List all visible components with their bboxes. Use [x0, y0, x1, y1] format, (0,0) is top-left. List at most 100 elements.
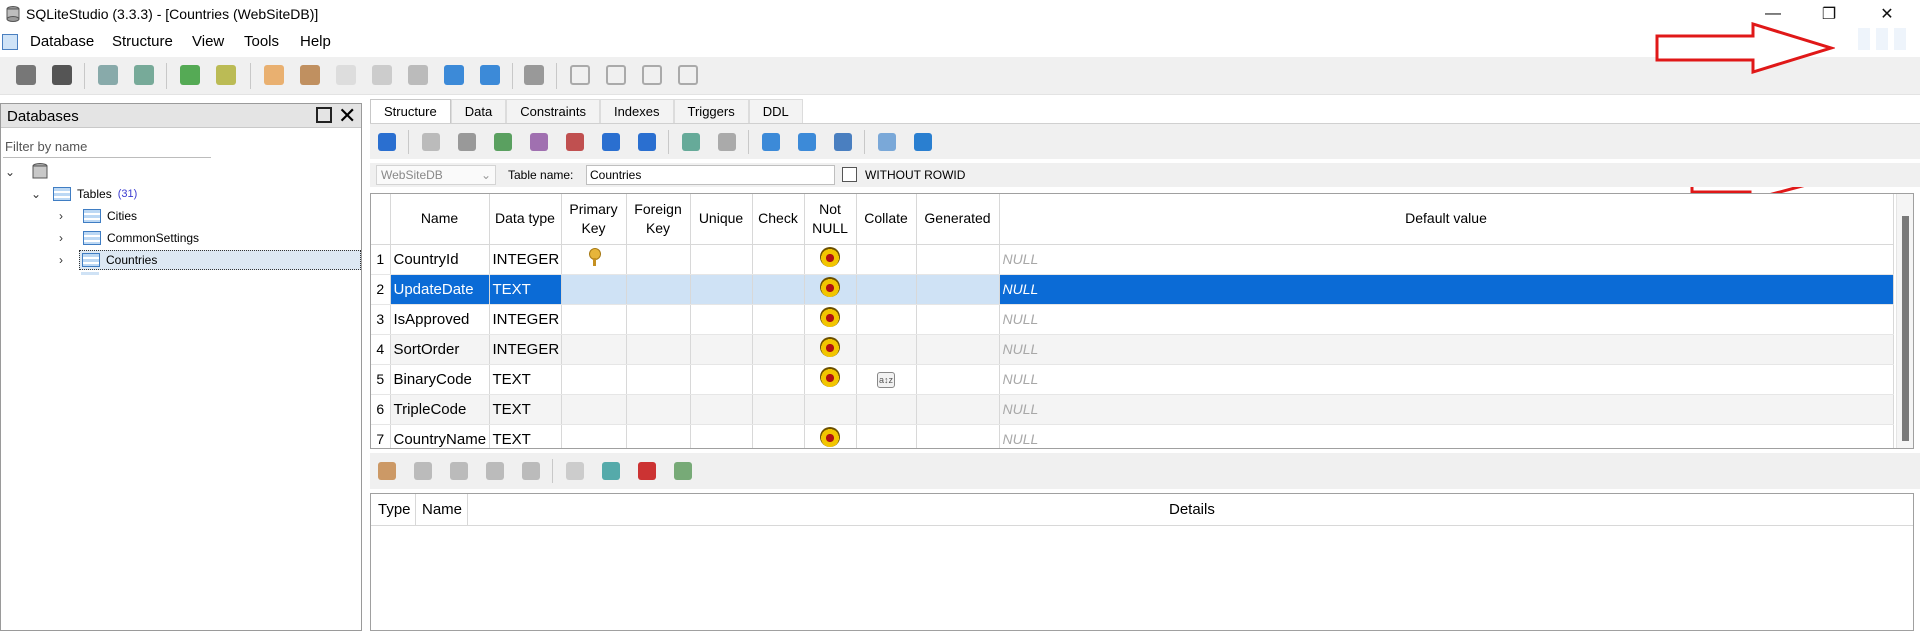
export-icon[interactable]: [480, 65, 500, 85]
column-header[interactable]: Check: [752, 194, 805, 245]
unique-cell[interactable]: [690, 304, 753, 335]
tab-data[interactable]: Data: [450, 99, 507, 123]
column-header[interactable]: Primary Key: [561, 194, 627, 245]
foreign-key-cell[interactable]: [626, 304, 691, 335]
tree-row-table[interactable]: › CommonSettings: [59, 228, 199, 248]
move-up-icon[interactable]: [602, 133, 620, 151]
column-header[interactable]: Generated: [916, 194, 1000, 245]
check-cell[interactable]: [752, 274, 805, 305]
import-icon[interactable]: [762, 133, 780, 151]
tab-constraints[interactable]: Constraints: [506, 99, 600, 123]
generated-cell[interactable]: [916, 334, 1000, 365]
reset-icon[interactable]: [914, 133, 932, 151]
generated-cell[interactable]: [916, 424, 1000, 448]
primary-key-cell[interactable]: [561, 274, 627, 305]
column-header[interactable]: Name: [390, 194, 490, 245]
column-header[interactable]: Details: [1169, 501, 1215, 518]
unique-cell[interactable]: [690, 244, 753, 275]
collapse-icon[interactable]: ⌄: [5, 165, 19, 179]
functions-icon[interactable]: [336, 65, 356, 85]
column-name-cell[interactable]: CountryId: [390, 244, 490, 275]
menu-database[interactable]: Database: [30, 33, 94, 50]
tab-structure[interactable]: Structure: [370, 99, 451, 123]
vertical-scrollbar[interactable]: [1896, 194, 1913, 448]
data-type-cell[interactable]: INTEGER: [489, 304, 562, 335]
default-value-cell[interactable]: NULL: [999, 244, 1894, 275]
table-row[interactable]: 4 SortOrder INTEGER NULL: [371, 334, 1894, 365]
primary-key-cell[interactable]: [561, 244, 627, 275]
unique-cell[interactable]: [690, 364, 753, 395]
undock-icon[interactable]: [316, 107, 332, 123]
edit-constraint-icon[interactable]: [718, 133, 736, 151]
add-check-icon[interactable]: [674, 462, 692, 480]
tree-row-table-selected[interactable]: › Countries: [59, 250, 361, 270]
data-type-cell[interactable]: INTEGER: [489, 244, 562, 275]
add-database-icon[interactable]: [98, 65, 118, 85]
column-name-cell[interactable]: SortOrder: [390, 334, 490, 365]
column-name-cell[interactable]: CountryName: [390, 424, 490, 448]
foreign-key-cell[interactable]: [626, 394, 691, 425]
check-cell[interactable]: [752, 334, 805, 365]
edit-column-icon[interactable]: [530, 133, 548, 151]
not-null-cell[interactable]: [804, 364, 857, 395]
tab-indexes[interactable]: Indexes: [599, 99, 674, 123]
column-name-cell[interactable]: UpdateDate: [390, 274, 490, 305]
create-similar-icon[interactable]: [878, 133, 896, 151]
check-cell[interactable]: [752, 244, 805, 275]
check-cell[interactable]: [752, 424, 805, 448]
collate-cell[interactable]: [856, 274, 917, 305]
add-table-constraint-icon[interactable]: [378, 462, 396, 480]
add-constraint-icon[interactable]: [682, 133, 700, 151]
tile-horizontal-icon[interactable]: [606, 65, 626, 85]
data-type-cell[interactable]: TEXT: [489, 394, 562, 425]
column-name-cell[interactable]: BinaryCode: [390, 364, 490, 395]
generated-cell[interactable]: [916, 394, 1000, 425]
menu-structure[interactable]: Structure: [112, 33, 173, 50]
window-menu-icon[interactable]: [2, 34, 18, 50]
sql-editor-icon[interactable]: [264, 65, 284, 85]
primary-key-cell[interactable]: [561, 364, 627, 395]
column-header[interactable]: Collate: [856, 194, 917, 245]
primary-key-cell[interactable]: [561, 424, 627, 448]
generated-cell[interactable]: [916, 304, 1000, 335]
edit-table-icon[interactable]: [216, 65, 236, 85]
table-row[interactable]: 3 IsApproved INTEGER NULL: [371, 304, 1894, 335]
menu-tools[interactable]: Tools: [244, 33, 279, 50]
default-value-cell[interactable]: NULL: [999, 364, 1894, 395]
unique-cell[interactable]: [690, 394, 753, 425]
primary-key-cell[interactable]: [561, 304, 627, 335]
move-down-icon[interactable]: [638, 133, 656, 151]
commit-icon[interactable]: [422, 133, 440, 151]
refresh-icon[interactable]: [378, 133, 396, 151]
export-icon[interactable]: [798, 133, 816, 151]
foreign-key-cell[interactable]: [626, 244, 691, 275]
import-icon[interactable]: [444, 65, 464, 85]
move-constraint-down-icon[interactable]: [522, 462, 540, 480]
table-row[interactable]: 2 UpdateDate TEXT NULL: [371, 274, 1894, 305]
not-null-cell[interactable]: [804, 424, 857, 448]
tree-row-tables[interactable]: ⌄ Tables (31): [31, 184, 137, 204]
unique-cell[interactable]: [690, 274, 753, 305]
connect-icon[interactable]: [16, 65, 36, 85]
generated-cell[interactable]: [916, 364, 1000, 395]
data-type-cell[interactable]: INTEGER: [489, 334, 562, 365]
collations-icon[interactable]: [372, 65, 392, 85]
default-value-cell[interactable]: NULL: [999, 274, 1894, 305]
column-header[interactable]: Foreign Key: [626, 194, 691, 245]
data-type-cell[interactable]: TEXT: [489, 424, 562, 448]
collate-cell[interactable]: [856, 334, 917, 365]
add-unique-icon[interactable]: [638, 462, 656, 480]
generated-cell[interactable]: [916, 244, 1000, 275]
primary-key-cell[interactable]: [561, 334, 627, 365]
not-null-cell[interactable]: [804, 394, 857, 425]
tile-windows-icon[interactable]: [570, 65, 590, 85]
add-foreign-key-icon[interactable]: [602, 462, 620, 480]
primary-key-cell[interactable]: [561, 394, 627, 425]
ddl-history-icon[interactable]: [300, 65, 320, 85]
foreign-key-cell[interactable]: [626, 274, 691, 305]
not-null-cell[interactable]: [804, 274, 857, 305]
tab-ddl[interactable]: DDL: [748, 99, 803, 123]
check-cell[interactable]: [752, 304, 805, 335]
tab-triggers[interactable]: Triggers: [673, 99, 749, 123]
collapse-icon[interactable]: ⌄: [31, 187, 45, 201]
